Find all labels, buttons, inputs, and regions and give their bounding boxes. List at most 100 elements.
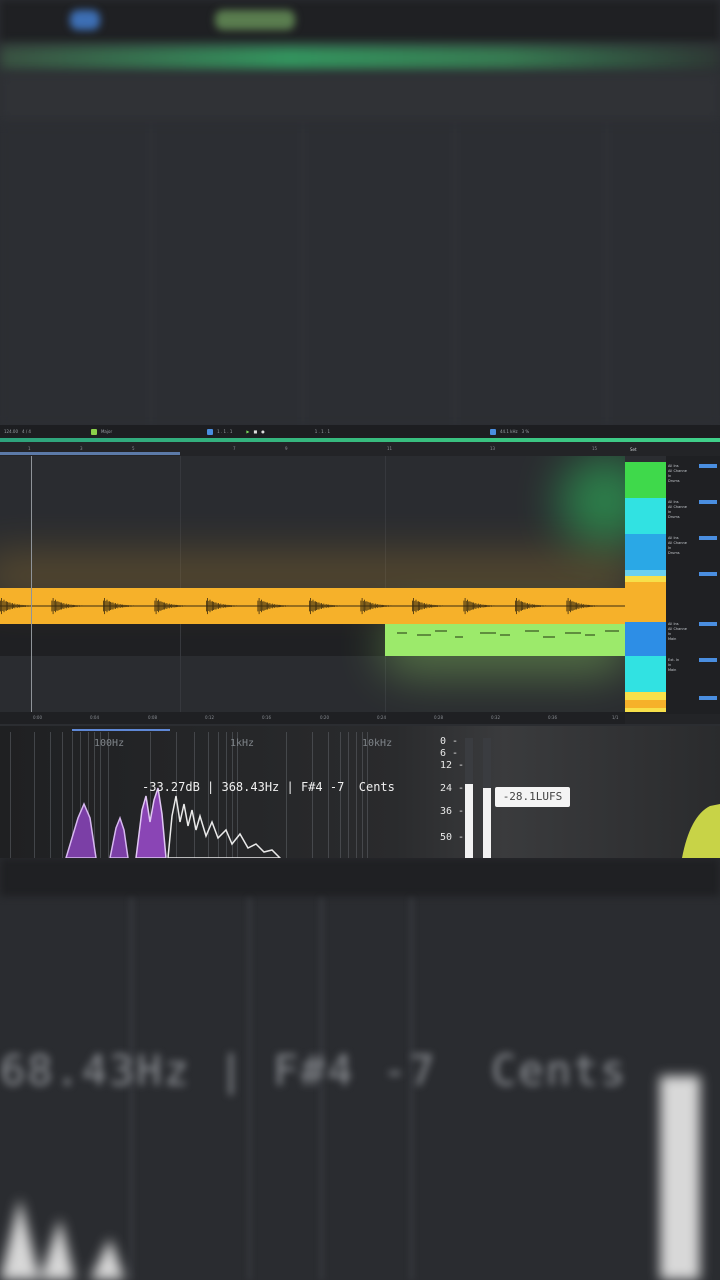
time-signature[interactable]: 4 / 4 <box>22 429 31 434</box>
time-label: 0:12 <box>205 715 214 720</box>
blurred-app-icon <box>70 10 100 30</box>
bar-number: 1 <box>28 446 31 451</box>
track-color-strip <box>625 456 666 714</box>
time-label: 0:20 <box>320 715 329 720</box>
time-label: 0:08 <box>148 715 157 720</box>
io-section: All Ins All Channe In Drums All Ins All … <box>666 456 720 714</box>
key-display[interactable]: Major <box>101 429 112 434</box>
track-color[interactable] <box>625 700 666 708</box>
track-activator[interactable] <box>699 572 717 576</box>
track-activator[interactable] <box>699 696 717 700</box>
time-label: 0:16 <box>262 715 271 720</box>
time-label: 0:04 <box>90 715 99 720</box>
track-lane[interactable] <box>0 692 625 712</box>
midi-note[interactable] <box>397 632 407 634</box>
cpu-meter: 3 % <box>521 429 530 434</box>
scale-toggle[interactable] <box>90 428 97 435</box>
bar-number: 13 <box>490 446 496 451</box>
blurred-spectrum <box>0 1198 125 1280</box>
bar-number: 15 <box>592 446 598 451</box>
blurred-bottom-region: 68.43Hz | F#4 -7 Cents <box>0 858 720 1280</box>
track-color[interactable] <box>625 692 666 700</box>
output-type[interactable]: Main <box>668 637 718 642</box>
track-lane[interactable] <box>0 498 625 535</box>
track-lane[interactable] <box>0 456 625 499</box>
db-scale-label: 12 - <box>440 760 465 771</box>
blurred-readout: 68.43Hz | F#4 -7 Cents <box>0 1046 628 1095</box>
level-meter-right <box>483 788 491 858</box>
track-color[interactable] <box>625 462 666 498</box>
blurred-ruler <box>0 74 720 122</box>
midi-clip[interactable] <box>385 624 625 656</box>
time-ruler[interactable]: 0:00 0:04 0:08 0:12 0:16 0:20 0:24 0:28 … <box>0 712 666 724</box>
spectrum-analyzer: 100Hz 1kHz 10kHz -33.27dB | 368.43Hz | F… <box>0 726 720 858</box>
track-color[interactable] <box>625 582 666 622</box>
db-scale-label: 6 - <box>440 748 459 759</box>
record-icon[interactable]: ● <box>261 429 265 434</box>
track-activator[interactable] <box>699 536 717 540</box>
track-activator[interactable] <box>699 622 717 626</box>
play-icon[interactable]: ▶ <box>246 429 249 434</box>
sample-rate: 44.1 kHz <box>499 429 518 434</box>
tempo-display[interactable]: 124.00 <box>4 429 18 434</box>
audio-clip[interactable] <box>0 588 625 624</box>
loop-position[interactable]: 1 . 1 . 1 <box>315 429 330 434</box>
blurred-top-region <box>0 0 720 425</box>
track-activator[interactable] <box>699 500 717 504</box>
db-scale-label: 36 - <box>440 806 465 817</box>
midi-note[interactable] <box>500 634 510 636</box>
set-label: Set <box>630 447 637 452</box>
song-position[interactable]: 1 . 1 . 1 <box>217 429 232 434</box>
bar-number: 9 <box>285 446 288 451</box>
waveform <box>0 598 625 615</box>
bar-number: 7 <box>233 446 236 451</box>
midi-note[interactable] <box>565 632 581 634</box>
midi-note[interactable] <box>543 636 555 638</box>
stop-icon[interactable]: ■ <box>253 429 257 434</box>
time-label: 0:32 <box>491 715 500 720</box>
arrangement-view[interactable] <box>0 456 625 712</box>
output-type[interactable]: Drums <box>668 479 718 484</box>
transport-toolbar: 124.00 4 / 4 Major 1 . 1 . 1 ▶ ■ ● 1 . 1… <box>0 425 720 438</box>
time-label: 0:28 <box>434 715 443 720</box>
db-scale-label: 24 - <box>440 783 465 794</box>
midi-note[interactable] <box>480 632 496 634</box>
lufs-readout: -28.1LUFS <box>495 787 570 807</box>
level-meter-left <box>465 783 473 858</box>
track-footer <box>625 714 720 724</box>
blurred-progress <box>0 46 720 70</box>
midi-note[interactable] <box>417 634 431 636</box>
midi-note[interactable] <box>455 636 463 638</box>
bar-number: 3 <box>80 446 83 451</box>
time-label: 0:24 <box>377 715 386 720</box>
track-activator[interactable] <box>699 658 717 662</box>
time-label: 0:36 <box>548 715 557 720</box>
db-scale-label: 0 - <box>440 736 459 747</box>
bar-number: 5 <box>132 446 135 451</box>
output-type[interactable]: Main <box>668 668 718 673</box>
midi-note[interactable] <box>435 630 447 632</box>
blurred-tab <box>215 10 295 30</box>
midi-note[interactable] <box>585 634 595 636</box>
follow-icon[interactable] <box>207 428 214 435</box>
blurred-arrangement <box>0 125 720 425</box>
track-color[interactable] <box>625 498 666 534</box>
db-scale-label: 50 - <box>440 832 465 843</box>
output-type[interactable]: Drums <box>668 515 718 520</box>
track-color[interactable] <box>625 622 666 656</box>
time-label: 0:00 <box>33 715 42 720</box>
midi-note[interactable] <box>605 630 619 632</box>
page-indicator: 1/1 <box>612 715 619 720</box>
midi-note[interactable] <box>525 630 539 632</box>
playhead[interactable] <box>31 456 32 712</box>
loop-brace[interactable] <box>0 452 180 455</box>
track-header-top: Set <box>625 442 720 456</box>
track-activator[interactable] <box>699 464 717 468</box>
track-color[interactable] <box>625 656 666 692</box>
blurred-title-bar <box>0 0 720 42</box>
bar-ruler[interactable]: 1 3 5 7 9 11 13 15 <box>0 442 625 456</box>
output-type[interactable]: Drums <box>668 551 718 556</box>
bar-number: 11 <box>387 446 393 451</box>
key-map-icon[interactable] <box>489 428 496 435</box>
track-color[interactable] <box>625 534 666 570</box>
